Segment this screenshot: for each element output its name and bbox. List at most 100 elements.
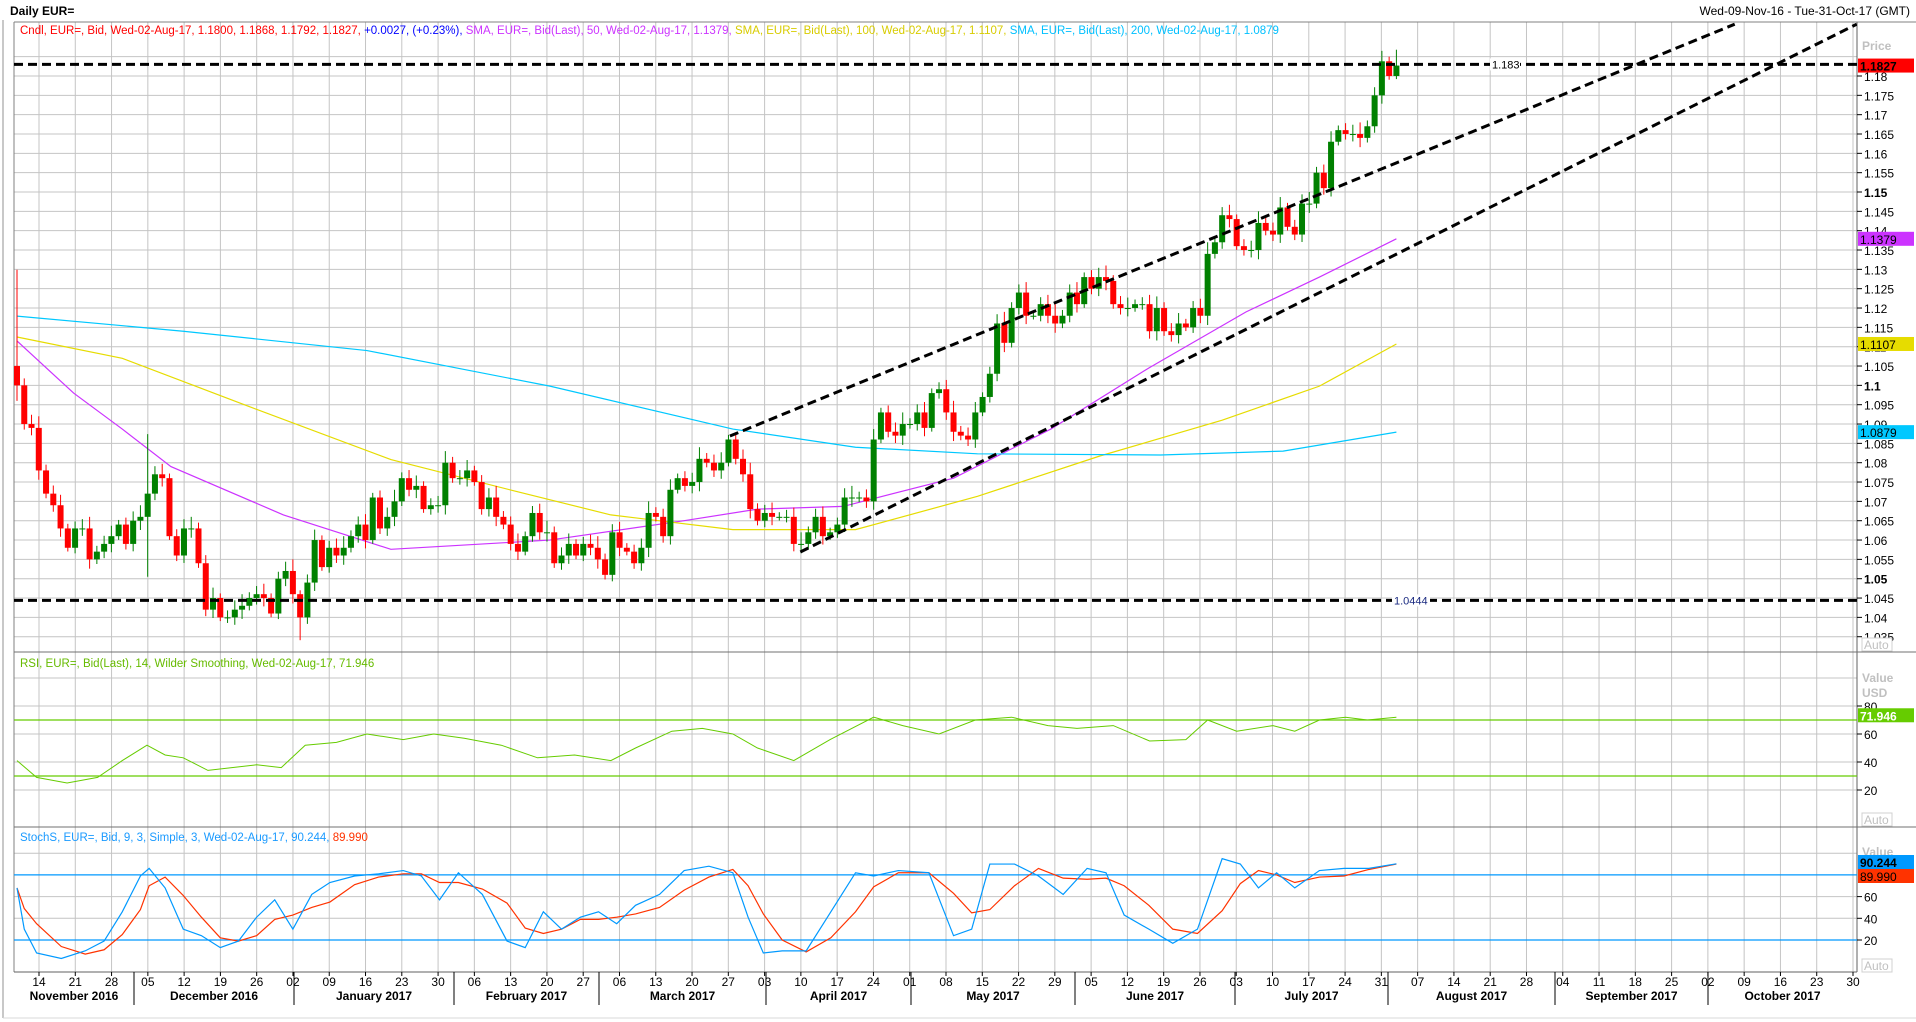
candle-body: [965, 435, 972, 440]
candle-body: [159, 474, 166, 479]
candle-body: [57, 505, 64, 529]
sma100-badge: 1.1107: [1858, 336, 1914, 352]
candle-body: [21, 385, 28, 425]
x-tick-label: 13: [504, 975, 518, 989]
legend-sma100: SMA, EUR=, Bid(Last), 100, Wed-02-Aug-17…: [732, 25, 1007, 37]
candle-body: [108, 536, 115, 544]
candle-body: [1320, 172, 1327, 189]
candle-body: [892, 431, 899, 436]
candle-body: [1313, 172, 1320, 204]
candle-body: [1255, 222, 1262, 251]
x-tick-label: 19: [1157, 975, 1171, 989]
candle-body: [413, 485, 420, 490]
candle-body: [660, 516, 667, 537]
candle-body: [870, 439, 877, 502]
x-tick-label: 29: [1048, 975, 1062, 989]
x-tick-label: 17: [830, 975, 844, 989]
candle-body: [689, 482, 696, 486]
stoch-k-badge-text: 90.244: [1860, 856, 1897, 870]
auto-scale-rsi[interactable]: Auto: [1861, 812, 1893, 827]
candle: [369, 492, 376, 544]
candle-body: [435, 505, 442, 507]
candle-body: [122, 524, 129, 544]
candle-body: [355, 524, 362, 537]
x-tick-label: 03: [758, 975, 772, 989]
rsi-tick-label: 40: [1864, 756, 1878, 770]
candle-body: [1284, 207, 1291, 227]
x-tick-label: 11: [1593, 975, 1606, 989]
x-tick-label: 20: [685, 975, 699, 989]
candle-body: [587, 543, 594, 548]
candle-body: [1226, 215, 1233, 220]
last-price-badge: 1.1827: [1858, 58, 1914, 74]
candle-body: [35, 427, 42, 471]
candle-body: [173, 536, 180, 556]
x-tick-label: 19: [214, 975, 228, 989]
candle-body: [943, 389, 950, 413]
candle-body: [1233, 219, 1240, 247]
candle-body: [340, 547, 347, 556]
sma50-badge: 1.1379: [1858, 231, 1914, 247]
date-range: Wed-09-Nov-16 - Tue-31-Oct-17 (GMT): [1700, 4, 1911, 18]
price-legend: Cndl, EUR=, Bid, Wed-02-Aug-17, 1.1800, …: [20, 25, 1279, 37]
candle-body: [921, 412, 928, 428]
candle-body: [536, 512, 543, 533]
x-tick-label: 21: [69, 975, 83, 989]
candle-body: [1139, 304, 1146, 306]
candle-body: [885, 412, 892, 432]
candle-body: [115, 524, 122, 537]
candle-body: [151, 474, 158, 494]
candle-body: [93, 551, 100, 560]
auto-label: Auto: [1864, 959, 1889, 973]
candle-body: [906, 424, 913, 426]
y-tick-label: 1.095: [1864, 399, 1894, 413]
x-tick-label: 08: [939, 975, 953, 989]
x-tick-label: 14: [32, 975, 46, 989]
candle-body: [1153, 308, 1160, 332]
candle-body: [740, 458, 746, 475]
chart-window: Daily EUR= Wed-09-Nov-16 - Tue-31-Oct-17…: [0, 0, 1916, 1022]
x-tick-label: 05: [1084, 975, 1098, 989]
candle-body: [377, 497, 383, 529]
candle-body: [529, 512, 536, 537]
candle-body: [1110, 280, 1117, 305]
candle-body: [725, 439, 732, 463]
x-tick-label: 15: [976, 975, 990, 989]
candle-body: [14, 366, 20, 386]
candle-body: [1175, 323, 1182, 336]
candle-body: [500, 516, 507, 525]
x-tick-label: 31: [1375, 975, 1389, 989]
candle-body: [645, 512, 652, 548]
candle-body: [347, 536, 354, 548]
y-tick-label: 1.105: [1864, 360, 1894, 374]
x-tick-label: 28: [105, 975, 119, 989]
rsi-legend: RSI, EUR=, Bid(Last), 14, Wilder Smoothi…: [20, 658, 374, 670]
x-tick-label: 12: [177, 975, 191, 989]
candle-body: [50, 493, 57, 506]
month-label: August 2017: [1436, 989, 1508, 1003]
y-tick-label: 1.115: [1864, 321, 1893, 335]
x-tick-label: 06: [613, 975, 627, 989]
candle-body: [747, 474, 754, 510]
candle-body: [936, 389, 943, 394]
candle-body: [289, 570, 296, 595]
candle-body: [442, 462, 449, 506]
auto-scale-price[interactable]: Auto: [1861, 637, 1893, 652]
candle-body: [776, 516, 783, 518]
candle-body: [79, 528, 86, 530]
candle-body: [1342, 130, 1349, 135]
month-label: May 2017: [966, 989, 1020, 1003]
x-tick-label: 24: [1338, 975, 1352, 989]
x-tick-label: 26: [250, 975, 264, 989]
month-label: June 2017: [1126, 989, 1184, 1003]
x-tick-label: 27: [722, 975, 736, 989]
candle-body: [1030, 315, 1037, 317]
x-tick-label: 05: [141, 975, 155, 989]
x-tick-label: 02: [286, 975, 300, 989]
auto-scale-stoch[interactable]: Auto: [1861, 958, 1893, 973]
candle-body: [667, 489, 674, 537]
x-tick-label: 09: [1737, 975, 1751, 989]
y-tick-label: 1.155: [1864, 167, 1894, 181]
candle-body: [979, 396, 986, 413]
candle-body: [507, 524, 514, 544]
